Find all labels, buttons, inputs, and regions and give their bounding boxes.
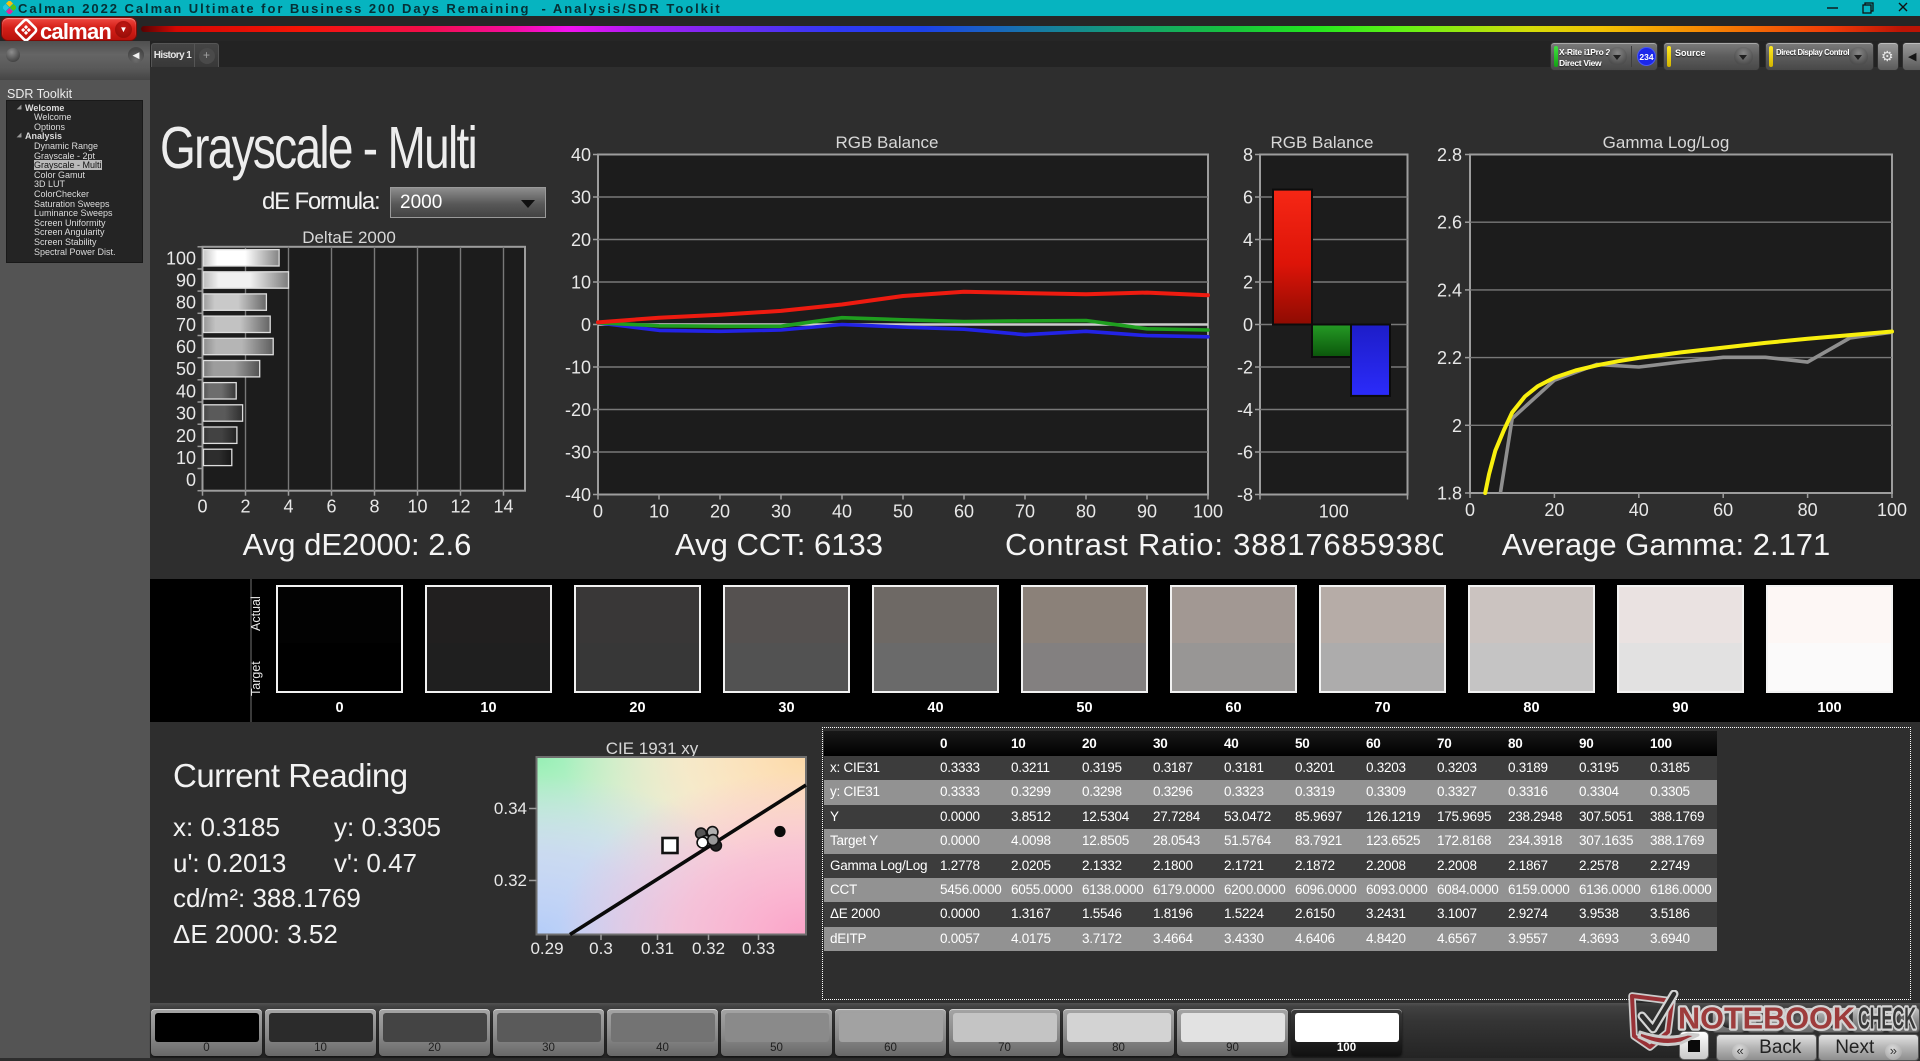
svg-text:80: 80 [1798,500,1818,520]
svg-text:0: 0 [593,502,603,522]
svg-text:0: 0 [1465,500,1475,520]
svg-text:40: 40 [571,145,591,165]
svg-text:12: 12 [450,497,470,517]
svg-text:40: 40 [176,381,196,401]
svg-text:RGB Balance: RGB Balance [1271,133,1374,152]
svg-text:8: 8 [1243,145,1253,165]
svg-text:DeltaE 2000: DeltaE 2000 [302,228,396,247]
svg-text:2.6: 2.6 [1437,213,1462,233]
svg-text:-10: -10 [565,358,591,378]
svg-text:4: 4 [1243,230,1253,250]
svg-text:-4: -4 [1237,400,1253,420]
svg-text:20: 20 [176,426,196,446]
svg-text:70: 70 [1015,502,1035,522]
svg-text:-2: -2 [1237,358,1253,378]
svg-text:90: 90 [1137,502,1157,522]
svg-text:CIE 1931 xy: CIE 1931 xy [606,739,699,758]
svg-text:0.31: 0.31 [641,939,674,958]
svg-text:8: 8 [369,497,379,517]
svg-text:2: 2 [1243,273,1253,293]
svg-text:40: 40 [832,502,852,522]
svg-text:30: 30 [176,404,196,424]
svg-text:70: 70 [176,315,196,335]
svg-text:2.4: 2.4 [1437,280,1462,300]
svg-text:60: 60 [176,337,196,357]
svg-text:-8: -8 [1237,485,1253,505]
svg-text:0.32: 0.32 [494,871,527,890]
svg-text:50: 50 [893,502,913,522]
svg-text:0.29: 0.29 [530,939,563,958]
svg-text:10: 10 [571,273,591,293]
svg-text:30: 30 [571,188,591,208]
svg-text:2.8: 2.8 [1437,145,1462,165]
svg-text:60: 60 [954,502,974,522]
svg-text:20: 20 [571,230,591,250]
svg-text:80: 80 [176,293,196,313]
svg-text:50: 50 [176,359,196,379]
svg-text:2.2: 2.2 [1437,348,1462,368]
svg-text:1.8: 1.8 [1437,484,1462,504]
svg-text:NOTEBOOK: NOTEBOOK [1678,1001,1856,1036]
svg-text:-20: -20 [565,400,591,420]
svg-text:-30: -30 [565,443,591,463]
svg-text:0.34: 0.34 [494,799,527,818]
svg-text:100: 100 [1193,502,1223,522]
svg-text:-40: -40 [565,485,591,505]
svg-text:0: 0 [186,470,196,490]
svg-text:20: 20 [1544,500,1564,520]
svg-text:6: 6 [1243,188,1253,208]
svg-text:0: 0 [581,315,591,335]
svg-text:40: 40 [1629,500,1649,520]
svg-text:30: 30 [771,502,791,522]
svg-text:2: 2 [240,497,250,517]
svg-text:100: 100 [1319,502,1349,522]
svg-text:100: 100 [1877,500,1907,520]
svg-text:10: 10 [407,497,427,517]
svg-text:60: 60 [1713,500,1733,520]
svg-text:-6: -6 [1237,443,1253,463]
svg-text:0: 0 [1243,315,1253,335]
svg-text:10: 10 [649,502,669,522]
svg-text:CHECK: CHECK [1858,1001,1916,1036]
svg-text:0.33: 0.33 [742,939,775,958]
svg-text:20: 20 [710,502,730,522]
svg-text:100: 100 [166,248,196,268]
svg-text:Gamma Log/Log: Gamma Log/Log [1603,133,1730,152]
svg-text:0: 0 [197,497,207,517]
svg-text:2: 2 [1452,416,1462,436]
svg-text:80: 80 [1076,502,1096,522]
svg-text:0.3: 0.3 [589,939,613,958]
svg-text:14: 14 [493,497,513,517]
svg-text:10: 10 [176,448,196,468]
svg-text:90: 90 [176,271,196,291]
svg-text:RGB Balance: RGB Balance [836,133,939,152]
svg-text:6: 6 [326,497,336,517]
svg-text:0.32: 0.32 [692,939,725,958]
svg-text:4: 4 [283,497,293,517]
